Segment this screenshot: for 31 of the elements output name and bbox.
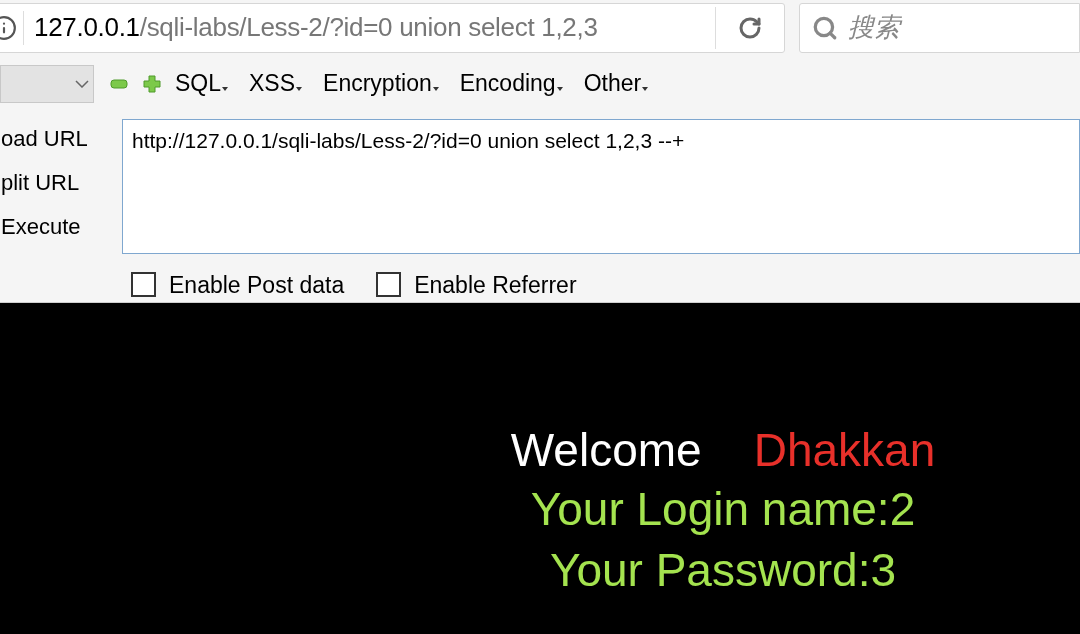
result-line: Your Login name:2 <box>530 482 916 537</box>
dropdown-arrow-icon <box>222 86 229 91</box>
dropdown-arrow-icon <box>556 86 563 91</box>
action-button[interactable]: oad URL <box>1 120 88 157</box>
url-field[interactable]: http://127.0.0.1/sqli-labs/Less-2/?id=0 union select 1,2,3 --+ <box>122 118 1080 254</box>
dropdown-arrow-icon <box>432 86 439 91</box>
toolbar-menu[interactable]: Other <box>583 66 649 101</box>
toolbar-menu[interactable]: SQL <box>175 66 229 101</box>
toolbar-menu[interactable]: Encoding <box>459 66 563 101</box>
search-input[interactable]: 搜索 <box>848 8 1048 48</box>
toolbar-menu[interactable]: Encryption <box>323 66 439 101</box>
search-field[interactable]: 搜索 <box>799 2 1080 53</box>
result-line: Your Password:3 <box>549 543 897 598</box>
action-button[interactable]: Execute <box>1 208 81 245</box>
search-icon <box>812 14 838 41</box>
toolbar-menu[interactable]: XSS <box>249 66 303 101</box>
checkbox-label: Enable Referrer <box>414 270 577 300</box>
action-button[interactable]: plit URL <box>1 164 80 201</box>
chevron-icon <box>75 79 89 88</box>
plus-icon[interactable] <box>143 74 161 93</box>
minus-icon[interactable] <box>110 78 128 89</box>
dropdown-arrow-icon <box>296 86 303 91</box>
dropdown-arrow-icon <box>642 86 649 91</box>
reload-icon[interactable] <box>738 15 762 40</box>
welcome-text: Welcome <box>510 423 702 478</box>
url-text: 127.0.0.1/sqli-labs/Less-2/?id=0 union select 1,2,3 <box>34 11 598 45</box>
address-bar[interactable]: 127.0.0.1/sqli-labs/Less-2/?id=0 union select 1,2,3 <box>0 2 785 53</box>
checkbox[interactable] <box>376 272 402 298</box>
checkbox[interactable] <box>131 272 156 298</box>
checkbox-label: Enable Post data <box>169 270 345 300</box>
user-name: Dhakkan <box>753 423 936 478</box>
